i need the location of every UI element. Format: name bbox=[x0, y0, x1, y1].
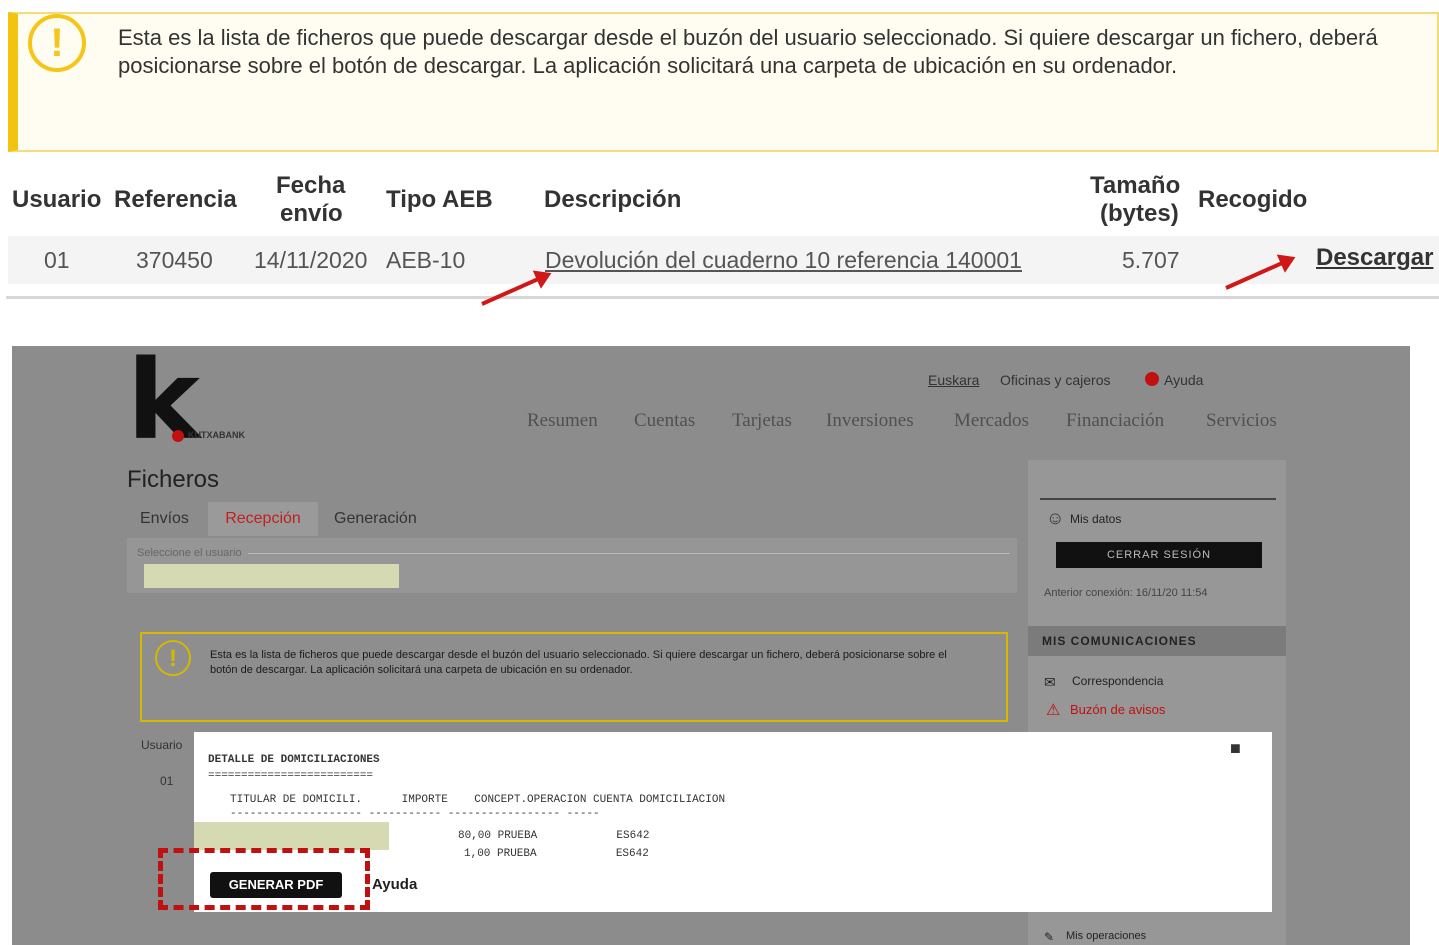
euskara-link[interactable]: Euskara bbox=[928, 372, 979, 388]
header-recogido: Recogido bbox=[1198, 186, 1308, 213]
notice-text: Esta es la lista de ficheros que puede d… bbox=[118, 25, 1378, 78]
tab-envios[interactable]: Envíos bbox=[140, 510, 189, 528]
correspondencia-link[interactable]: Correspondencia bbox=[1072, 674, 1163, 688]
app-screenshot: k KUTXABANK Euskara Oficinas y cajeros A… bbox=[12, 346, 1410, 945]
popup-title: DETALLE DE DOMICILIACIONES bbox=[208, 754, 380, 766]
cell-tipo: AEB-10 bbox=[386, 247, 466, 273]
mail-icon: ✉ bbox=[1044, 674, 1056, 690]
header-fecha-1: Fecha bbox=[276, 172, 346, 199]
divider bbox=[1040, 498, 1276, 500]
header-tamano-2: (bytes) bbox=[1100, 200, 1179, 227]
cell-tamano: 5.707 bbox=[1122, 247, 1180, 273]
header-fecha-2: envío bbox=[280, 200, 343, 227]
popup-column-headers: TITULAR DE DOMICILI. IMPORTE CONCEPT.OPE… bbox=[230, 794, 726, 806]
description-link[interactable]: Devolución del cuaderno 10 referencia 14… bbox=[545, 247, 1022, 274]
buzon-avisos-link[interactable]: Buzón de avisos bbox=[1070, 702, 1165, 717]
user-select-field[interactable] bbox=[144, 564, 399, 588]
app-notice-text: Esta es la lista de ficheros que puede d… bbox=[210, 649, 947, 676]
last-connection: Anterior conexión: 16/11/20 11:54 bbox=[1044, 587, 1208, 599]
divider bbox=[6, 296, 1439, 299]
ayuda-text[interactable]: Ayuda bbox=[372, 876, 417, 893]
mis-datos-link[interactable]: Mis datos bbox=[1070, 512, 1121, 526]
header-descripcion: Descripción bbox=[544, 186, 682, 213]
nav-tarjetas[interactable]: Tarjetas bbox=[732, 410, 792, 432]
communications-header: MIS COMUNICACIONES bbox=[1028, 626, 1286, 656]
page-title: Ficheros bbox=[127, 466, 220, 493]
user-select-label: Seleccione el usuario bbox=[137, 547, 248, 559]
logo-dot-icon bbox=[172, 430, 184, 442]
header-usuario: Usuario bbox=[12, 186, 102, 213]
nav-resumen[interactable]: Resumen bbox=[527, 410, 598, 432]
nav-mercados[interactable]: Mercados bbox=[954, 410, 1029, 432]
header-tamano-1: Tamaño bbox=[1090, 172, 1181, 199]
tab-generacion[interactable]: Generación bbox=[334, 510, 417, 528]
popup-title-underline: ========================= bbox=[208, 770, 374, 782]
tab-recepcion[interactable]: Recepción bbox=[208, 502, 318, 536]
redacted-titular bbox=[194, 822, 389, 850]
exclamation-icon: ! bbox=[28, 14, 86, 72]
nav-inversiones[interactable]: Inversiones bbox=[826, 410, 914, 432]
bell-icon: ⚠ bbox=[1046, 702, 1061, 719]
user-icon: ☺ bbox=[1046, 508, 1065, 528]
popup-column-rule: -------------------- ----------- -------… bbox=[230, 808, 600, 820]
cell-fecha: 14/11/2020 bbox=[254, 247, 368, 273]
popup-line-1: 80,00 PRUEBA ES642 bbox=[458, 830, 650, 842]
cell-usuario: 01 bbox=[44, 247, 70, 273]
header-referencia: Referencia bbox=[114, 186, 237, 213]
cell-referencia: 370450 bbox=[136, 247, 213, 273]
usuario-column-label: Usuario bbox=[141, 738, 183, 752]
logout-button[interactable]: CERRAR SESIÓN bbox=[1056, 542, 1262, 568]
fieldset-line bbox=[137, 553, 1010, 554]
logo-subtitle: KUTXABANK bbox=[188, 430, 245, 440]
close-icon[interactable]: ■ bbox=[1230, 738, 1241, 759]
oficinas-link[interactable]: Oficinas y cajeros bbox=[1000, 372, 1110, 388]
popup-line-2: 1,00 PRUEBA ES642 bbox=[464, 848, 649, 860]
generate-pdf-button[interactable]: GENERAR PDF bbox=[210, 872, 342, 898]
help-icon bbox=[1145, 372, 1159, 386]
operations-icon: ✎ bbox=[1044, 930, 1055, 944]
ayuda-link[interactable]: Ayuda bbox=[1164, 372, 1203, 388]
mis-operaciones-link[interactable]: Mis operaciones bbox=[1066, 930, 1146, 942]
exclamation-icon: ! bbox=[155, 640, 191, 676]
nav-financiacion[interactable]: Financiación bbox=[1066, 410, 1164, 432]
download-link[interactable]: Descargar bbox=[1316, 244, 1433, 272]
usuario-value: 01 bbox=[160, 774, 174, 788]
nav-servicios[interactable]: Servicios bbox=[1206, 410, 1277, 432]
header-tipo-aeb: Tipo AEB bbox=[386, 186, 493, 213]
nav-cuentas[interactable]: Cuentas bbox=[634, 410, 695, 432]
